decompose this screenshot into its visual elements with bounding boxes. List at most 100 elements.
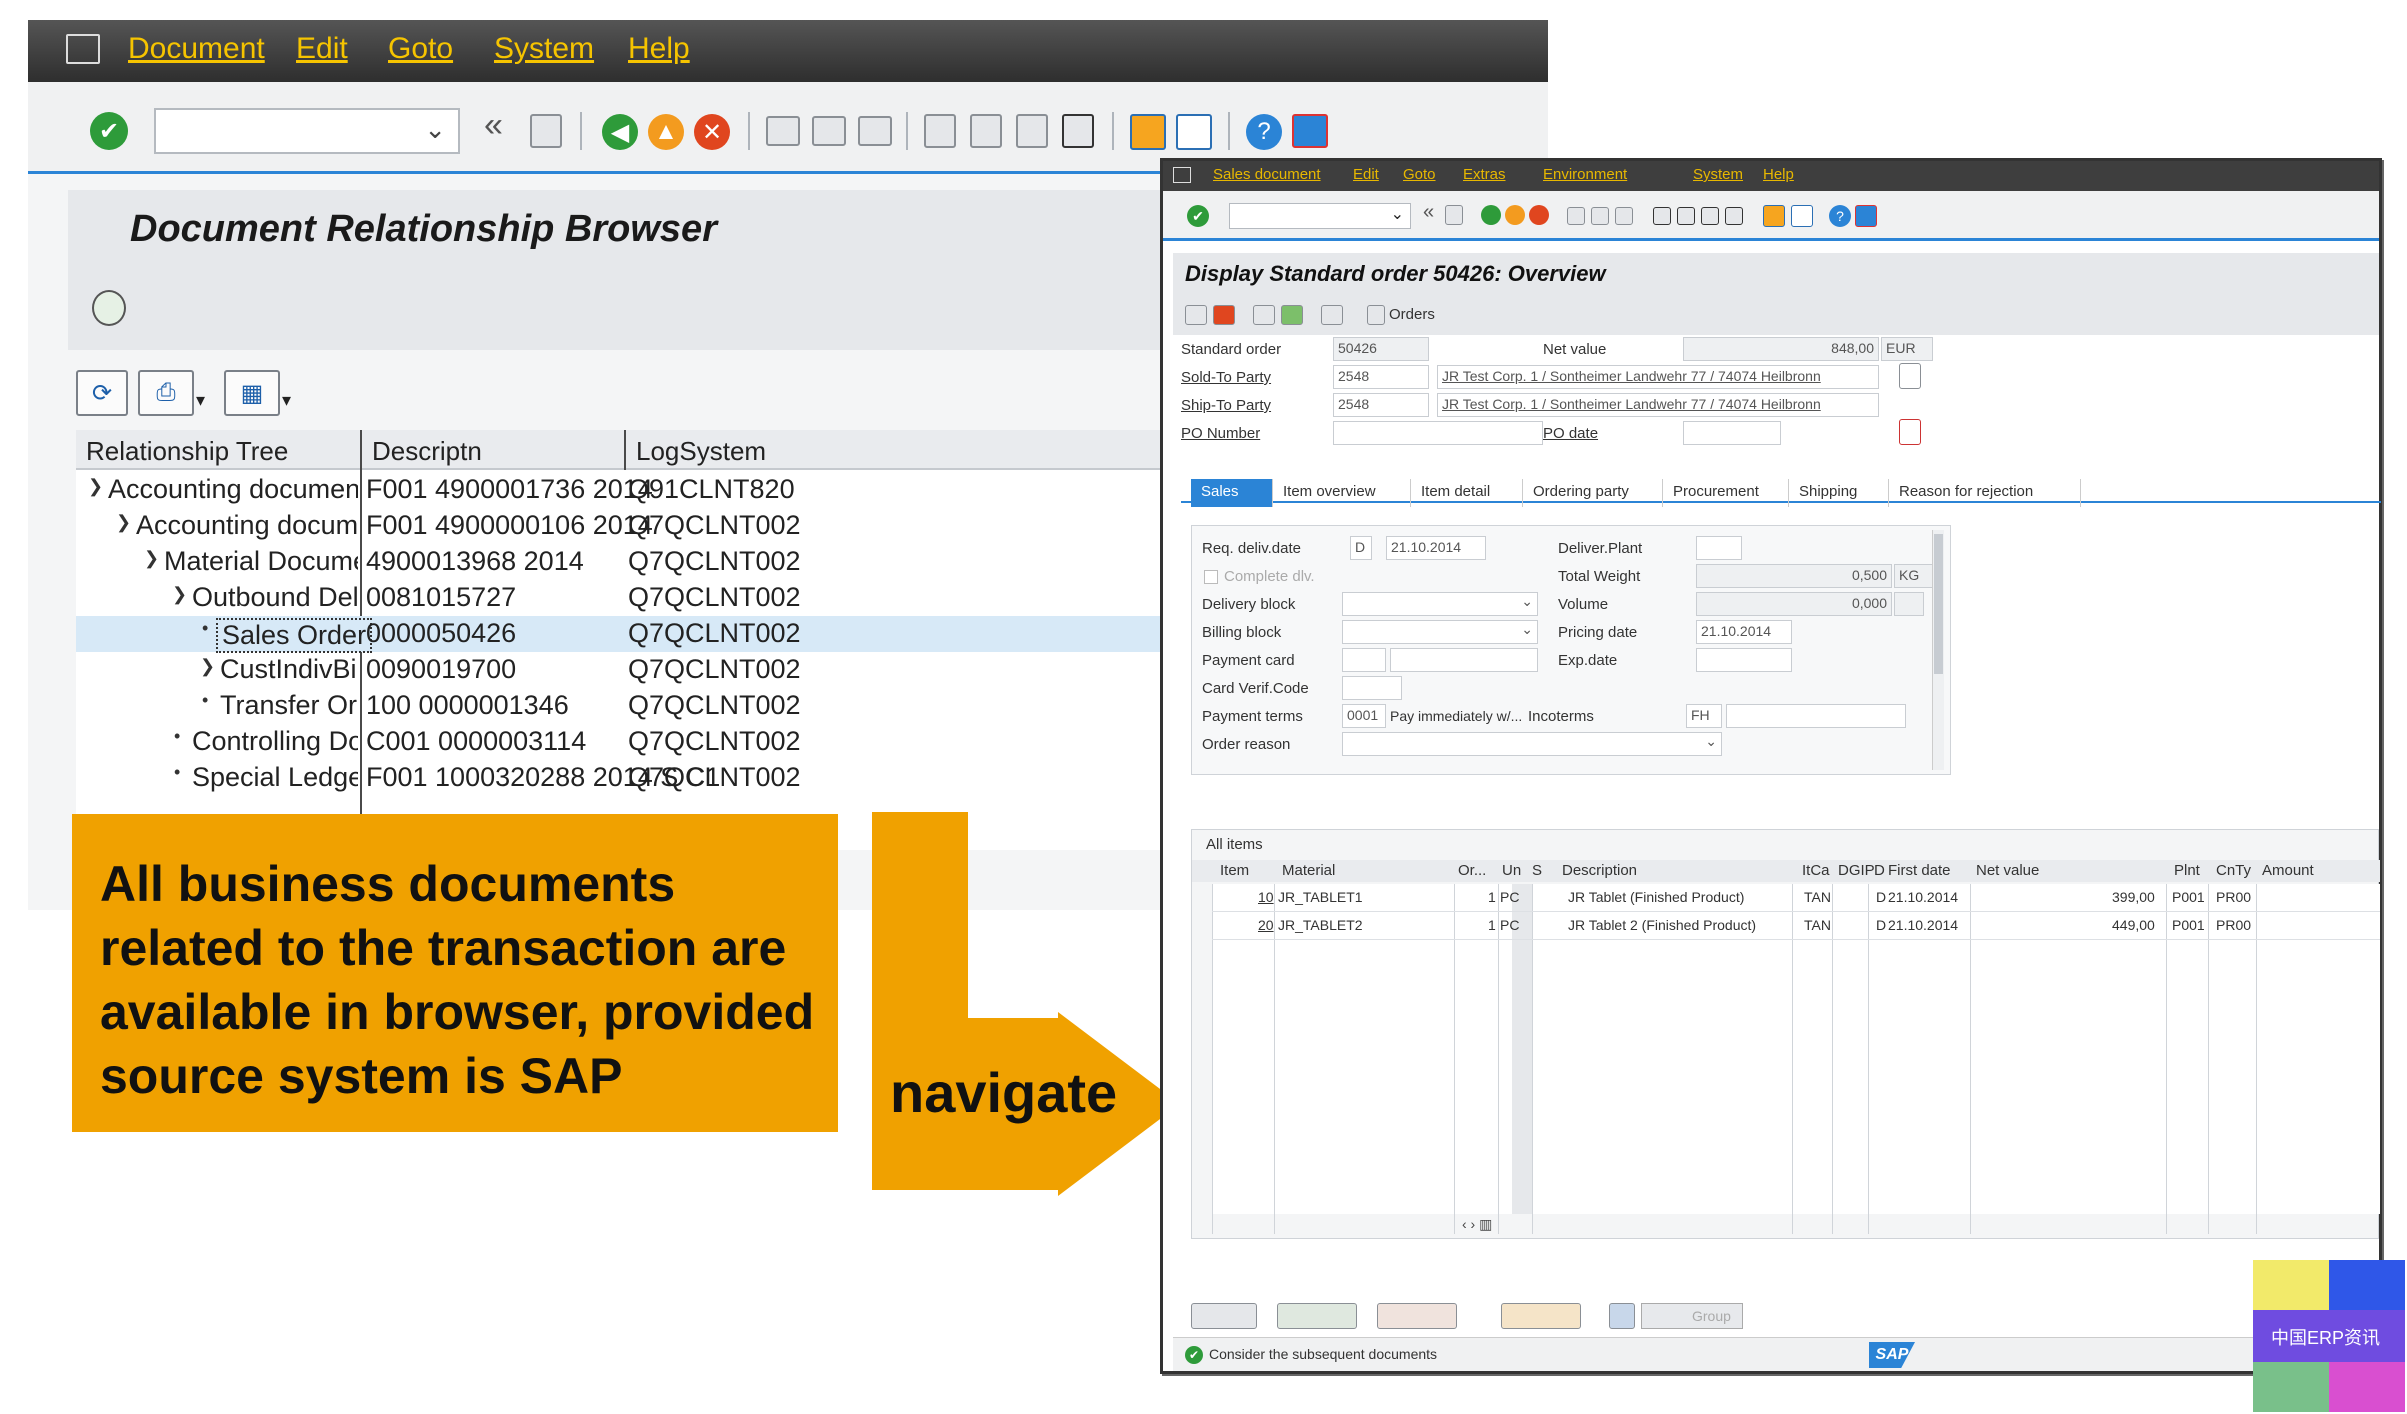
document-icon[interactable] (1899, 363, 1921, 389)
tree-node-label[interactable]: Accounting document (108, 474, 358, 505)
shortcut-icon[interactable] (1791, 205, 1813, 227)
print-icon[interactable] (766, 116, 800, 146)
col-material[interactable]: Material (1282, 862, 1335, 879)
col-relationship-tree[interactable]: Relationship Tree (86, 436, 288, 467)
col-dgip[interactable]: DGIP (1838, 862, 1875, 879)
item-functions-icon[interactable] (1377, 1303, 1457, 1329)
collapse-icon[interactable]: ❯ (88, 476, 103, 497)
first-page-icon[interactable] (1653, 207, 1671, 225)
customize-layout-icon[interactable] (1855, 205, 1877, 227)
currency-field[interactable]: EUR (1881, 337, 1933, 361)
previous-page-icon[interactable] (1677, 207, 1695, 225)
tree-node-label[interactable]: Accounting document (136, 510, 358, 541)
exit-icon[interactable] (1505, 205, 1525, 225)
last-page-icon[interactable] (1062, 114, 1094, 148)
card-verif-code-field[interactable] (1342, 676, 1402, 700)
standard-order-field[interactable]: 50426 (1333, 337, 1429, 361)
net-value-field[interactable]: 848,00 (1683, 337, 1879, 361)
shortcut-icon[interactable] (1176, 114, 1212, 150)
tree-node-label[interactable]: Transfer Order (220, 690, 358, 721)
menu-icon[interactable] (66, 34, 100, 64)
menu-goto[interactable]: Goto (1403, 166, 1436, 183)
command-field[interactable]: ⌄ (1229, 203, 1411, 229)
tab-procurement[interactable]: Procurement (1663, 479, 1789, 507)
configuration-icon[interactable] (1501, 1303, 1581, 1329)
po-number-field[interactable] (1333, 421, 1543, 445)
refresh-button[interactable]: ⟳ (76, 370, 128, 416)
menu-document[interactable]: Document (128, 32, 265, 66)
volume-unit-field[interactable] (1894, 592, 1924, 616)
person-icon[interactable] (1609, 1303, 1635, 1329)
help-icon[interactable]: ? (1246, 114, 1282, 150)
col-amount[interactable]: Amount (2262, 862, 2314, 879)
print-icon[interactable] (1567, 207, 1585, 225)
col-itca[interactable]: ItCa (1802, 862, 1830, 879)
table-row[interactable]: 20 JR_TABLET2 1 PC JR Tablet 2 (Finished… (1212, 912, 2380, 940)
orders-icon[interactable] (1367, 305, 1385, 325)
col-plant[interactable]: Plnt (2174, 862, 2200, 879)
display-document-flow-icon[interactable] (1185, 305, 1207, 325)
complete-dlv-checkbox[interactable] (1204, 570, 1218, 584)
help-icon[interactable]: ? (1829, 205, 1851, 227)
item-details-icon[interactable] (1277, 1303, 1357, 1329)
table-row[interactable]: 10 JR_TABLET1 1 PC JR Tablet (Finished P… (1212, 884, 2380, 912)
menu-help[interactable]: Help (1763, 166, 1794, 183)
menu-edit[interactable]: Edit (1353, 166, 1379, 183)
calendar-icon[interactable] (1899, 419, 1921, 445)
partner-icon[interactable] (1281, 305, 1303, 325)
menu-sales-document[interactable]: Sales document (1213, 166, 1321, 183)
next-page-icon[interactable] (1016, 114, 1048, 148)
tree-node-label[interactable]: Outbound Delivery (192, 582, 358, 613)
po-date-field[interactable] (1683, 421, 1781, 445)
deliver-plant-field[interactable] (1696, 536, 1742, 560)
col-cnty[interactable]: CnTy (2216, 862, 2251, 879)
ship-to-party-field[interactable]: 2548 (1333, 393, 1429, 417)
header-display-icon[interactable] (1253, 305, 1275, 325)
zoom-search-icon[interactable] (92, 290, 126, 326)
expand-icon[interactable]: ❯ (200, 656, 215, 677)
col-net-value[interactable]: Net value (1976, 862, 2039, 879)
payment-card-field[interactable] (1390, 648, 1538, 672)
group-button[interactable]: Group (1641, 1303, 1743, 1329)
command-field[interactable]: ⌄ (154, 108, 460, 154)
tree-node-label[interactable]: Material Document (164, 546, 358, 577)
find-icon[interactable] (812, 116, 846, 146)
menu-edit[interactable]: Edit (296, 32, 348, 66)
tree-node-label[interactable]: Special Ledger Document (192, 762, 358, 793)
ship-to-party-label[interactable]: Ship-To Party (1181, 397, 1271, 414)
save-icon[interactable] (530, 114, 562, 148)
tab-item-detail[interactable]: Item detail (1411, 479, 1523, 507)
menu-system[interactable]: System (1693, 166, 1743, 183)
col-order-qty[interactable]: Or... (1458, 862, 1486, 879)
collapse-icon[interactable]: ❯ (116, 512, 131, 533)
enter-check-icon[interactable]: ✔ (90, 112, 128, 150)
col-unit[interactable]: Un (1502, 862, 1521, 879)
menu-goto[interactable]: Goto (388, 32, 453, 66)
col-s[interactable]: S (1532, 862, 1542, 879)
print-button[interactable]: ⎙ (138, 370, 194, 416)
tree-node-label[interactable]: Sales Order (216, 618, 373, 653)
panel-scrollbar[interactable] (1932, 530, 1944, 770)
output-icon[interactable] (1321, 305, 1343, 325)
weight-unit-field[interactable]: KG (1894, 564, 1934, 588)
tree-node-label[interactable]: Controlling Document (192, 726, 358, 757)
exit-icon[interactable]: ▲ (648, 114, 684, 150)
next-page-icon[interactable] (1701, 207, 1719, 225)
total-weight-field[interactable]: 0,500 (1696, 564, 1892, 588)
order-reason-select[interactable]: ⌄ (1342, 732, 1722, 756)
new-session-icon[interactable] (1130, 114, 1166, 150)
delivery-block-select[interactable]: ⌄ (1342, 592, 1538, 616)
enter-check-icon[interactable]: ✔ (1187, 205, 1209, 227)
payment-card-type-field[interactable] (1342, 648, 1386, 672)
req-deliv-type-field[interactable]: D (1350, 536, 1372, 560)
tab-reason-for-rejection[interactable]: Reason for rejection (1889, 479, 2081, 507)
cancel-icon[interactable]: ✕ (694, 114, 730, 150)
billing-block-select[interactable]: ⌄ (1342, 620, 1538, 644)
tab-sales[interactable]: Sales (1191, 479, 1273, 507)
orders-button[interactable]: Orders (1389, 306, 1435, 323)
previous-page-icon[interactable] (970, 114, 1002, 148)
layout-button[interactable]: ▦ (224, 370, 280, 416)
collapse-icon[interactable]: ❯ (144, 548, 159, 569)
sold-to-party-field[interactable]: 2548 (1333, 365, 1429, 389)
new-session-icon[interactable] (1763, 205, 1785, 227)
